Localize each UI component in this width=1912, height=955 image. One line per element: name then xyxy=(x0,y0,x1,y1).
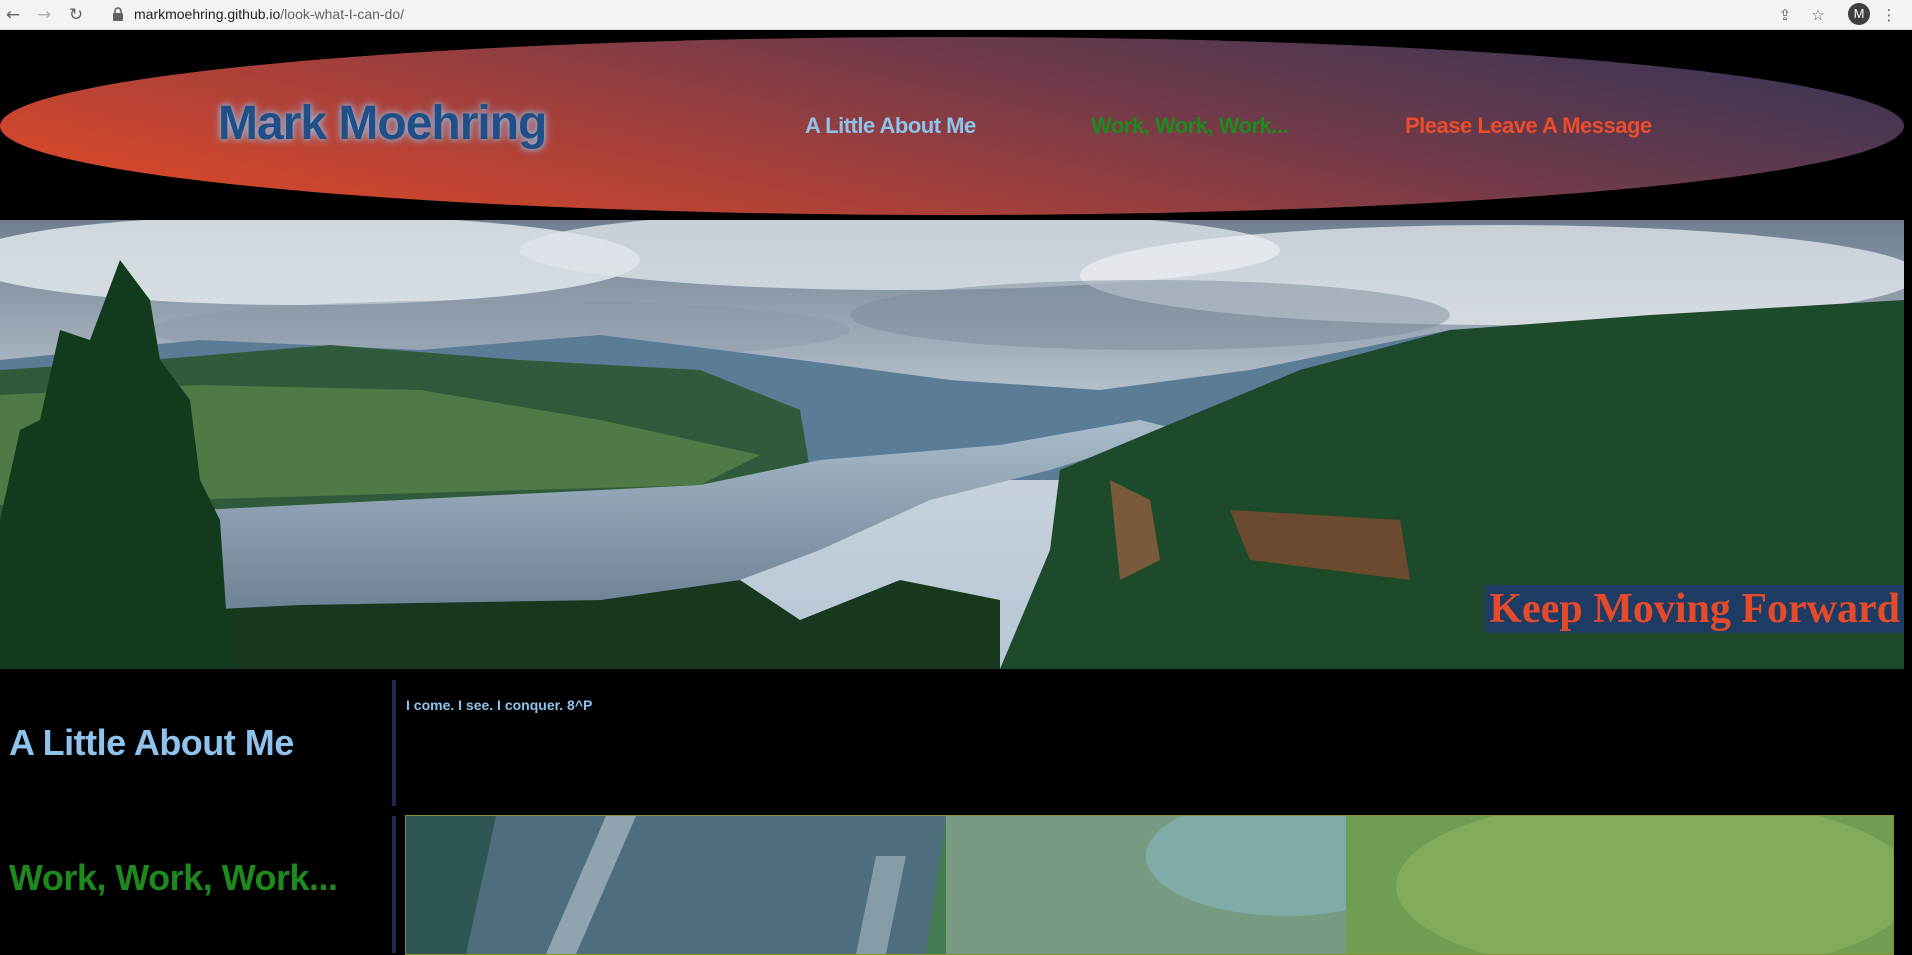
profile-avatar[interactable]: M xyxy=(1848,3,1870,25)
back-arrow-icon[interactable]: ← xyxy=(2,4,24,26)
hero-tagline: Keep Moving Forward xyxy=(1485,585,1904,633)
nav-link-message[interactable]: Please Leave A Message xyxy=(1405,113,1652,139)
nav-link-work[interactable]: Work, Work, Work... xyxy=(1091,113,1289,139)
about-text: I come. I see. I conquer. 8^P xyxy=(406,697,593,713)
work-image xyxy=(405,815,1894,955)
lock-icon xyxy=(113,7,123,21)
hero-landscape-image: Keep Moving Forward xyxy=(0,220,1904,669)
browser-toolbar: ← → ↻ markmoehring.github.io/look-what-I… xyxy=(0,0,1912,30)
nav-link-about[interactable]: A Little About Me xyxy=(805,113,976,139)
section-heading-about: A Little About Me xyxy=(9,722,294,763)
forward-arrow-icon[interactable]: → xyxy=(33,4,55,26)
url-host: markmoehring.github.io xyxy=(134,6,281,22)
share-icon[interactable]: ⇪ xyxy=(1774,4,1796,26)
more-menu-icon[interactable]: ⋮ xyxy=(1878,4,1900,26)
reload-icon[interactable]: ↻ xyxy=(65,4,87,26)
address-bar[interactable]: markmoehring.github.io/look-what-I-can-d… xyxy=(134,5,404,24)
site-title: Mark Moehring xyxy=(218,97,547,150)
section-divider xyxy=(392,680,396,806)
section-heading-work: Work, Work, Work... xyxy=(9,857,338,898)
url-path: /look-what-I-can-do/ xyxy=(280,6,405,22)
section-divider xyxy=(392,816,396,953)
bookmark-star-icon[interactable]: ☆ xyxy=(1807,4,1829,26)
